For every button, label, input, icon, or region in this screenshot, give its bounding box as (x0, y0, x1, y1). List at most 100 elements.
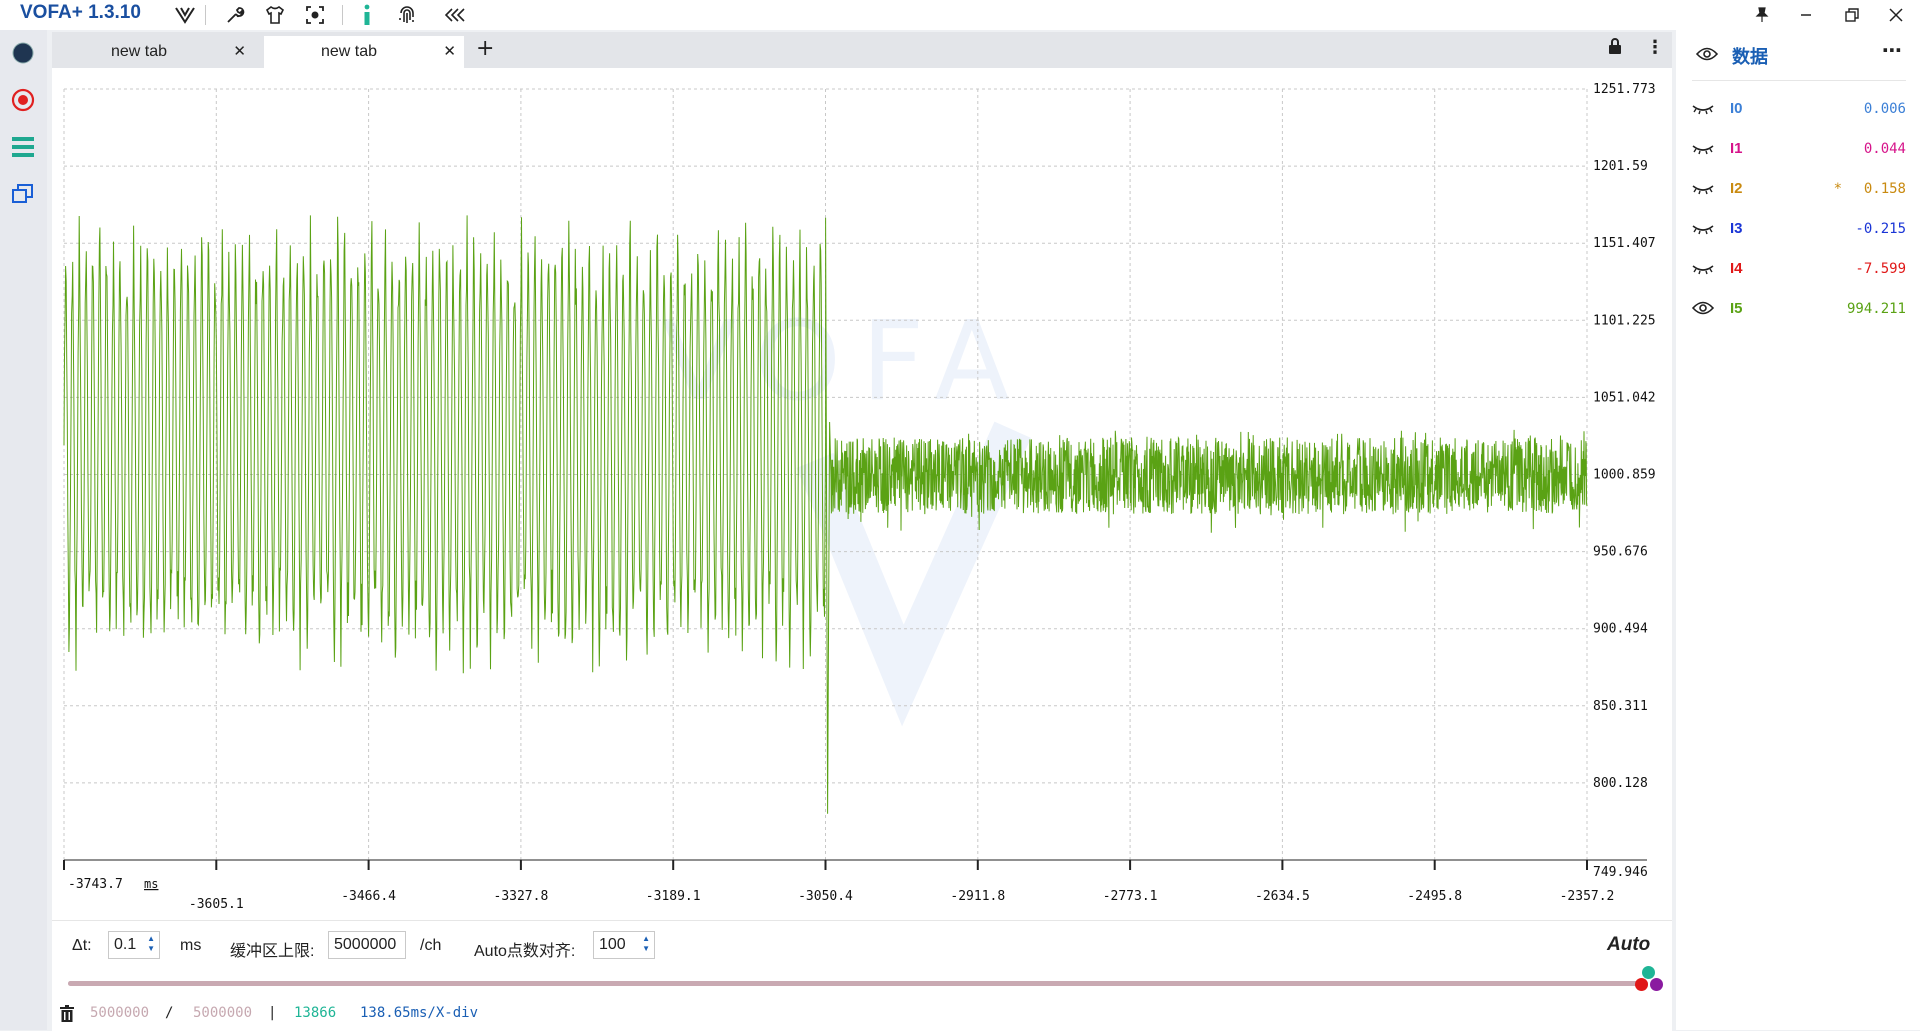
channel-row-i5[interactable]: I5 994.211 (1691, 294, 1906, 324)
y-tick-label: 1201.59 (1593, 159, 1648, 174)
buffer-unit: /ch (420, 937, 442, 954)
channel-row-i1[interactable]: I1 0.044 (1692, 134, 1906, 164)
y-tick-label: 749.946 (1593, 865, 1648, 880)
toolbar-divider (205, 5, 206, 25)
x-tick-label: -3327.8 (494, 889, 549, 904)
eye-closed-icon[interactable] (1692, 220, 1716, 238)
dt-label: Δt: (72, 937, 92, 954)
info-icon[interactable] (354, 3, 380, 27)
x-tick-label: -2634.5 (1255, 889, 1310, 904)
buffer-limit-input[interactable]: 5000000 (328, 931, 406, 959)
trash-icon[interactable] (60, 1005, 74, 1026)
more-horizontal-icon[interactable]: ⋯ (1882, 38, 1902, 62)
channel-row-i0[interactable]: I0 0.006 (1692, 94, 1906, 124)
capture-icon[interactable] (302, 3, 328, 27)
eye-open-icon[interactable] (1691, 300, 1716, 318)
tab-close-icon[interactable]: ✕ (233, 42, 246, 60)
buffer-progress-bar[interactable] (68, 981, 1648, 986)
x-tick-label: -2773.1 (1103, 889, 1158, 904)
waveform-chart[interactable]: VOFA -3743.7 -3605.1 -3466.4 -3327.8 -3189.1… (52, 68, 1672, 920)
tab-label: new tab (320, 43, 378, 60)
status-separator: / (165, 1005, 174, 1021)
auto-button[interactable]: Auto (1607, 934, 1650, 956)
lock-icon[interactable] (1608, 38, 1622, 58)
eye-closed-icon[interactable] (1692, 180, 1716, 198)
wrench-icon[interactable] (222, 3, 248, 27)
spin-arrows-icon[interactable]: ▲ ▼ (642, 934, 650, 954)
buffer-used: 5000000 (90, 1005, 150, 1021)
tab-new-2[interactable]: new tab ✕ (264, 36, 464, 68)
windows-icon[interactable] (8, 178, 38, 208)
y-tick-label: 1251.773 (1593, 82, 1656, 97)
y-tick-label: 1000.859 (1593, 468, 1656, 483)
menu-lines-icon[interactable] (8, 132, 38, 162)
minimize-icon[interactable] (1786, 2, 1826, 28)
y-tick-label: 1151.407 (1593, 236, 1656, 251)
eye-closed-icon[interactable] (1692, 100, 1716, 118)
collapse-left-icon[interactable] (442, 3, 468, 27)
shirt-icon[interactable] (262, 3, 288, 27)
fingerprint-icon[interactable] (394, 3, 420, 27)
x-tick-label: -3743.7 (68, 877, 123, 892)
tab-new-1[interactable]: new tab ✕ (54, 36, 254, 68)
close-icon[interactable] (1876, 2, 1916, 28)
chart-series (63, 215, 1588, 814)
channel-row-i3[interactable]: I3 -0.215 (1692, 214, 1906, 244)
restore-icon[interactable] (1832, 2, 1872, 28)
eye-closed-icon[interactable] (1692, 260, 1716, 278)
channel-value: 0.158 (1863, 181, 1906, 197)
more-vertical-icon[interactable]: ⋮ (1646, 37, 1664, 58)
red-dot-icon[interactable] (1635, 978, 1648, 991)
channel-value: -0.215 (1855, 221, 1906, 237)
channel-name: I1 (1730, 140, 1743, 157)
record-icon[interactable] (8, 85, 38, 115)
purple-dot-icon[interactable] (1650, 978, 1663, 991)
y-tick-label: 1101.225 (1593, 313, 1656, 328)
time-per-div: 138.65ms/X-div (360, 1005, 479, 1021)
tab-label: new tab (110, 43, 168, 60)
tab-close-icon[interactable]: ✕ (443, 42, 456, 60)
channel-name: I3 (1730, 220, 1743, 237)
buffer-total: 5000000 (193, 1005, 253, 1021)
vofa-logo-icon[interactable] (172, 3, 198, 27)
toolbar-divider (342, 5, 343, 25)
buffer-value: 5000000 (334, 936, 397, 953)
control-bar: Δt: 0.1 ▲ ▼ ms 缓冲区上限: 5000000 /ch Auto点数对… (52, 920, 1672, 1031)
spin-arrows-icon[interactable]: ▲ ▼ (147, 934, 155, 954)
add-tab-icon[interactable]: + (476, 36, 494, 61)
x-tick-label: -3050.4 (798, 889, 853, 904)
y-tick-label: 1051.042 (1593, 390, 1656, 405)
eye-icon[interactable] (1695, 46, 1719, 66)
dt-value: 0.1 (114, 936, 137, 953)
y-tick-label: 950.676 (1593, 545, 1648, 560)
y-tick-label: 800.128 (1593, 776, 1648, 791)
x-tick-label: -3605.1 (189, 897, 244, 912)
pin-icon[interactable] (1742, 2, 1782, 28)
left-sidebar (0, 30, 47, 1030)
channel-name: I5 (1730, 300, 1743, 317)
data-panel: 数据 ⋯ I0 0.006 I1 0.044 I2 * 0.158 I3 -0.215 I4 -7.… (1676, 30, 1920, 1030)
x-tick-label: -2495.8 (1407, 889, 1462, 904)
connect-dot-icon[interactable] (8, 38, 38, 68)
channel-row-i4[interactable]: I4 -7.599 (1692, 254, 1906, 284)
dt-unit: ms (180, 937, 202, 954)
channel-row-i2[interactable]: I2 * 0.158 (1692, 174, 1906, 204)
x-tick-label: -3189.1 (646, 889, 701, 904)
sample-count: 13866 (294, 1005, 337, 1021)
channel-name: I0 (1730, 100, 1743, 117)
app-title: VOFA+ 1.3.10 (20, 2, 141, 23)
tab-bar: new tab ✕ new tab ✕ + ⋮ (52, 32, 1672, 68)
teal-dot-icon[interactable] (1642, 966, 1655, 979)
x-axis-unit: ms (144, 877, 158, 891)
auto-align-value: 100 (599, 936, 626, 953)
status-line: 5000000 / 5000000 | 13866 138.65ms/X-div (52, 1001, 1672, 1025)
dt-spinbox[interactable]: 0.1 ▲ ▼ (108, 931, 160, 959)
x-tick-label: -2911.8 (950, 889, 1005, 904)
auto-align-spinbox[interactable]: 100 ▲ ▼ (593, 931, 655, 959)
panel-title: 数据 (1732, 47, 1768, 68)
x-tick-label: -2357.2 (1560, 889, 1615, 904)
title-bar: VOFA+ 1.3.10 (0, 0, 1920, 30)
eye-closed-icon[interactable] (1692, 140, 1716, 158)
waveform-plot[interactable]: VOFA -3743.7 -3605.1 -3466.4 -3327.8 -3189.1… (52, 68, 1672, 920)
series-line-i5 (63, 215, 1588, 814)
